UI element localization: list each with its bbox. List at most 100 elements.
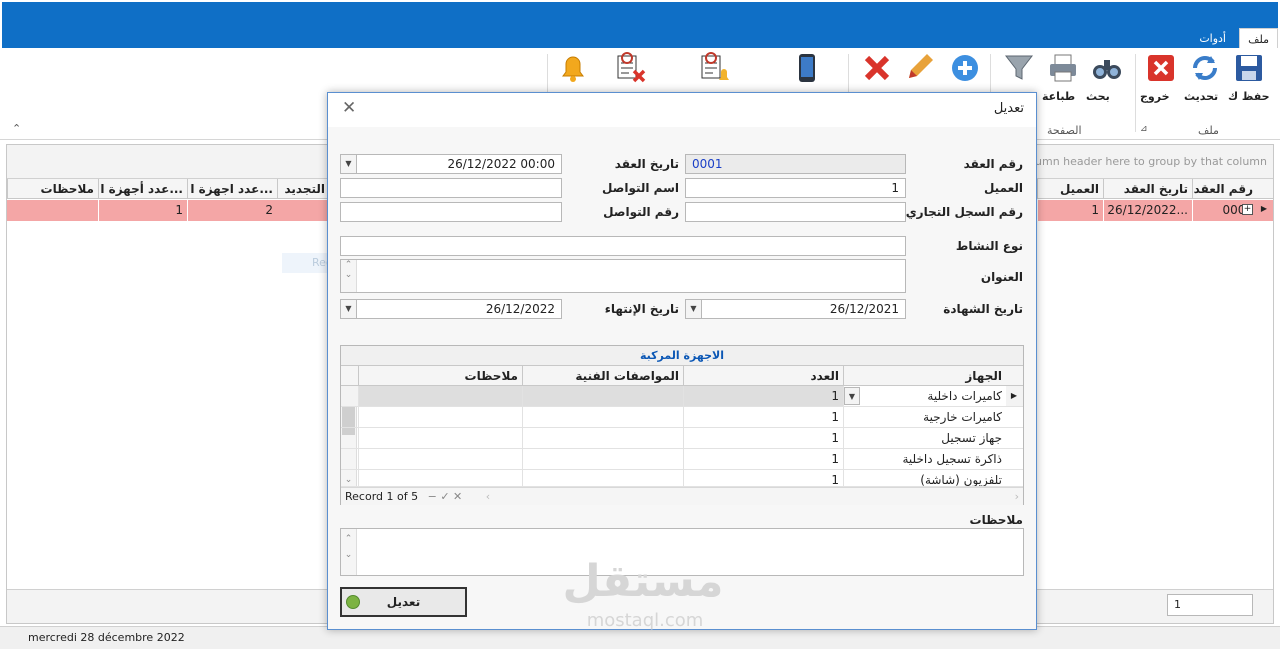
nav-delete-icon[interactable]: −: [428, 490, 437, 503]
mobile-button[interactable]: [786, 52, 828, 84]
filter-button[interactable]: [998, 52, 1040, 84]
cell-specs[interactable]: [522, 386, 683, 406]
dialog-title: تعديل: [993, 101, 1024, 116]
contract-date-picker[interactable]: ▼ 26/12/2022 00:00: [340, 154, 562, 174]
notes-scrollbar[interactable]: ⌃ ⌄: [341, 529, 357, 575]
contact-name-field[interactable]: [340, 178, 562, 198]
contract-no-field[interactable]: 0001: [685, 154, 906, 174]
cell-notes[interactable]: [358, 470, 522, 486]
tab-file[interactable]: ملف: [1239, 28, 1278, 50]
col-contract-date[interactable]: تاريخ العقد: [1103, 179, 1192, 199]
expand-group-icon[interactable]: ⊿: [1140, 124, 1148, 134]
col-device[interactable]: الجهاز: [843, 366, 1006, 386]
end-date-picker[interactable]: ▼ 26/12/2022: [340, 299, 562, 319]
cancel-reminder-button[interactable]: [610, 52, 652, 84]
hscroll-right-icon[interactable]: ›: [1015, 490, 1019, 503]
cell-count[interactable]: 1: [683, 449, 843, 469]
col-client[interactable]: العميل: [1037, 179, 1103, 199]
cell-notes[interactable]: [358, 428, 522, 448]
commercial-reg-field[interactable]: [685, 202, 906, 222]
contact-no-field[interactable]: [340, 202, 562, 222]
search-button[interactable]: بحث: [1086, 52, 1128, 103]
group-label-file: ملف: [1198, 124, 1219, 137]
status-date: mercredi 28 décembre 2022: [28, 631, 185, 644]
col-devices-count-2[interactable]: عدد أجهزة ا...: [98, 179, 187, 199]
page-number-input[interactable]: 1: [1167, 594, 1253, 616]
delete-button[interactable]: [856, 52, 898, 84]
cell-specs[interactable]: [522, 449, 683, 469]
cell-device[interactable]: كاميرات خارجية: [843, 407, 1006, 427]
table-row[interactable]: ▶ ▼ كاميرات داخلية 1: [341, 386, 1023, 407]
table-row[interactable]: كاميرات خارجية 1: [341, 407, 1023, 428]
cell-count-1[interactable]: 2: [187, 200, 277, 221]
cell-specs[interactable]: [522, 470, 683, 486]
label-commercial-reg: رقم السجل التجاري: [905, 205, 1023, 219]
reminder-button[interactable]: [694, 52, 736, 84]
nav-confirm-icon[interactable]: ✓: [440, 490, 449, 503]
hscroll-left-icon[interactable]: ‹: [486, 490, 490, 503]
cell-device[interactable]: ذاكرة تسجيل داخلية: [843, 449, 1006, 469]
col-specs[interactable]: المواصفات الفنية: [522, 366, 683, 386]
col-renewal[interactable]: التجديد: [277, 179, 329, 199]
col-count[interactable]: العدد: [683, 366, 843, 386]
col-contract-no[interactable]: رقم العقد: [1192, 179, 1257, 199]
col-notes[interactable]: ملاحظات: [7, 179, 98, 199]
table-row[interactable]: تلفزيون (شاشة) 1: [341, 470, 1023, 487]
tab-tools[interactable]: أدوات: [1191, 28, 1234, 50]
cell-count[interactable]: 1: [683, 386, 843, 406]
dialog-header: تعديل ✕: [328, 93, 1036, 127]
cell-count[interactable]: 1: [683, 407, 843, 427]
label-certificate-date: تاريخ الشهادة: [943, 302, 1023, 316]
refresh-icon: [1193, 56, 1217, 80]
address-scrollbar[interactable]: ⌃ ⌄: [341, 260, 357, 292]
exit-button[interactable]: خروج: [1140, 52, 1182, 103]
cell-notes[interactable]: [358, 386, 522, 406]
devices-grid: الاجهزة المركبة الجهاز العدد المواصفات ا…: [340, 345, 1024, 505]
activity-type-field[interactable]: [340, 236, 906, 256]
edit-dialog: تعديل ✕ رقم العقد 0001 تاريخ العقد ▼ 26/…: [327, 92, 1037, 630]
cell-client[interactable]: 1: [1037, 200, 1103, 221]
close-icon[interactable]: ✕: [342, 98, 356, 118]
cell-count-2[interactable]: 1: [98, 200, 187, 221]
cell-notes[interactable]: [358, 407, 522, 427]
cell-count[interactable]: 1: [683, 428, 843, 448]
col-devices-count-1[interactable]: عدد اجهزة ا...: [187, 179, 277, 199]
filter-icon: [1004, 55, 1034, 80]
chevron-down-icon[interactable]: ▼: [341, 300, 357, 318]
certificate-date-picker[interactable]: ▼ 26/12/2021: [685, 299, 906, 319]
collapse-ribbon-icon[interactable]: ⌃: [12, 122, 21, 135]
submit-edit-button[interactable]: تعديل: [340, 587, 467, 617]
cell-device[interactable]: ▼ كاميرات داخلية: [843, 386, 1006, 406]
nav-cancel-icon[interactable]: ✕: [453, 490, 462, 503]
save-button[interactable]: حفظ ك: [1228, 52, 1270, 103]
cell-device[interactable]: تلفزيون (شاشة): [843, 470, 1006, 486]
ribbon-tabs: ملف أدوات: [0, 28, 1280, 50]
cell-specs[interactable]: [522, 407, 683, 427]
print-button[interactable]: طباعة: [1042, 52, 1084, 103]
client-field[interactable]: 1: [685, 178, 906, 198]
cell-count[interactable]: 1: [683, 470, 843, 486]
cell-contract-date[interactable]: 26/12/2022...: [1103, 200, 1192, 221]
refresh-button[interactable]: تحديث: [1184, 52, 1226, 103]
cell-notes[interactable]: [358, 449, 522, 469]
cell-specs[interactable]: [522, 428, 683, 448]
edit-button[interactable]: [900, 52, 942, 84]
devices-caption: الاجهزة المركبة: [341, 346, 1023, 366]
expand-row-icon[interactable]: +: [1242, 204, 1253, 215]
chevron-down-icon[interactable]: ▼: [341, 155, 357, 173]
cell-device[interactable]: جهاز تسجيل: [843, 428, 1006, 448]
watermark-logo: مستقل: [562, 556, 724, 607]
chevron-down-icon[interactable]: ▼: [844, 387, 860, 405]
table-row[interactable]: ذاكرة تسجيل داخلية 1: [341, 449, 1023, 470]
save-icon: [1236, 55, 1262, 81]
alarm-button[interactable]: [552, 52, 594, 84]
address-field[interactable]: ⌃ ⌄: [340, 259, 906, 293]
table-row[interactable]: جهاز تسجيل 1: [341, 428, 1023, 449]
add-button[interactable]: [944, 52, 986, 84]
chevron-down-icon[interactable]: ▼: [686, 300, 702, 318]
label-contract-no: رقم العقد: [963, 157, 1023, 171]
col-device-notes[interactable]: ملاحظات: [358, 366, 522, 386]
row-indicator-icon: ▶: [1010, 391, 1017, 400]
label-client: العميل: [983, 181, 1023, 195]
calendar-cancel-icon: [617, 52, 646, 83]
